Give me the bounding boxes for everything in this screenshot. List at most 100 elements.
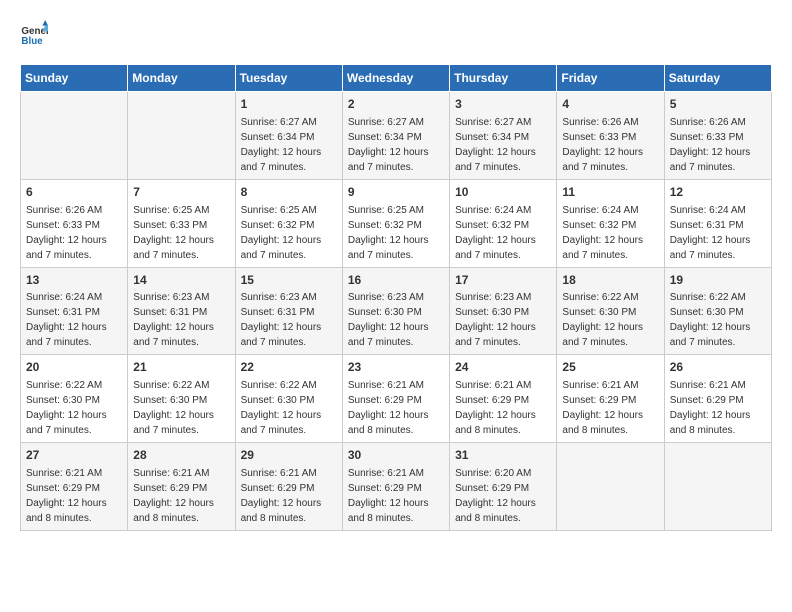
calendar-cell: [21, 92, 128, 180]
day-detail: Sunrise: 6:27 AM Sunset: 6:34 PM Dayligh…: [241, 117, 324, 173]
weekday-header-friday: Friday: [557, 65, 664, 92]
calendar-cell: 26 Sunrise: 6:21 AM Sunset: 6:29 PM Dayli…: [664, 355, 771, 443]
day-detail: Sunrise: 6:22 AM Sunset: 6:30 PM Dayligh…: [670, 292, 753, 348]
day-detail: Sunrise: 6:26 AM Sunset: 6:33 PM Dayligh…: [26, 205, 109, 261]
day-detail: Sunrise: 6:26 AM Sunset: 6:33 PM Dayligh…: [670, 117, 753, 173]
day-detail: Sunrise: 6:24 AM Sunset: 6:31 PM Dayligh…: [26, 292, 109, 348]
day-detail: Sunrise: 6:22 AM Sunset: 6:30 PM Dayligh…: [241, 380, 324, 436]
day-detail: Sunrise: 6:22 AM Sunset: 6:30 PM Dayligh…: [26, 380, 109, 436]
day-detail: Sunrise: 6:21 AM Sunset: 6:29 PM Dayligh…: [26, 468, 109, 524]
calendar-cell: 13Sunrise: 6:24 AM Sunset: 6:31 PM Dayli…: [21, 267, 128, 355]
day-detail: Sunrise: 6:24 AM Sunset: 6:31 PM Dayligh…: [670, 205, 753, 261]
day-number: 18: [562, 272, 658, 289]
day-detail: Sunrise: 6:25 AM Sunset: 6:32 PM Dayligh…: [241, 205, 324, 261]
calendar-cell: 24 Sunrise: 6:21 AM Sunset: 6:29 PM Dayli…: [450, 355, 557, 443]
calendar-cell: 4 Sunrise: 6:26 AM Sunset: 6:33 PM Daylig…: [557, 92, 664, 180]
calendar-cell: 8 Sunrise: 6:25 AM Sunset: 6:32 PM Daylig…: [235, 179, 342, 267]
calendar-cell: 20 Sunrise: 6:22 AM Sunset: 6:30 PM Dayli…: [21, 355, 128, 443]
day-number: 23: [348, 359, 444, 376]
day-number: 20: [26, 359, 122, 376]
day-detail: Sunrise: 6:24 AM Sunset: 6:32 PM Dayligh…: [562, 205, 645, 261]
day-number: 28: [133, 447, 229, 464]
day-number: 17: [455, 272, 551, 289]
logo: General Blue: [20, 20, 52, 48]
calendar-cell: 6 Sunrise: 6:26 AM Sunset: 6:33 PM Daylig…: [21, 179, 128, 267]
day-detail: Sunrise: 6:26 AM Sunset: 6:33 PM Dayligh…: [562, 117, 645, 173]
day-detail: Sunrise: 6:21 AM Sunset: 6:29 PM Dayligh…: [348, 468, 431, 524]
day-number: 11: [562, 184, 658, 201]
day-number: 24: [455, 359, 551, 376]
weekday-header-wednesday: Wednesday: [342, 65, 449, 92]
day-detail: Sunrise: 6:23 AM Sunset: 6:30 PM Dayligh…: [455, 292, 538, 348]
day-detail: Sunrise: 6:21 AM Sunset: 6:29 PM Dayligh…: [348, 380, 431, 436]
day-number: 8: [241, 184, 337, 201]
calendar-week-row: 13Sunrise: 6:24 AM Sunset: 6:31 PM Dayli…: [21, 267, 772, 355]
calendar-cell: 27 Sunrise: 6:21 AM Sunset: 6:29 PM Dayli…: [21, 443, 128, 531]
calendar-cell: 21 Sunrise: 6:22 AM Sunset: 6:30 PM Dayli…: [128, 355, 235, 443]
day-number: 5: [670, 96, 766, 113]
calendar-cell: 19 Sunrise: 6:22 AM Sunset: 6:30 PM Dayli…: [664, 267, 771, 355]
day-number: 9: [348, 184, 444, 201]
day-detail: Sunrise: 6:23 AM Sunset: 6:31 PM Dayligh…: [133, 292, 216, 348]
calendar-cell: 3 Sunrise: 6:27 AM Sunset: 6:34 PM Daylig…: [450, 92, 557, 180]
day-detail: Sunrise: 6:21 AM Sunset: 6:29 PM Dayligh…: [455, 380, 538, 436]
calendar-cell: 17 Sunrise: 6:23 AM Sunset: 6:30 PM Dayli…: [450, 267, 557, 355]
calendar-cell: 31 Sunrise: 6:20 AM Sunset: 6:29 PM Dayli…: [450, 443, 557, 531]
day-number: 30: [348, 447, 444, 464]
calendar-cell: 2 Sunrise: 6:27 AM Sunset: 6:34 PM Daylig…: [342, 92, 449, 180]
calendar-cell: 30 Sunrise: 6:21 AM Sunset: 6:29 PM Dayli…: [342, 443, 449, 531]
logo-icon: General Blue: [20, 20, 48, 48]
day-number: 19: [670, 272, 766, 289]
day-detail: Sunrise: 6:25 AM Sunset: 6:32 PM Dayligh…: [348, 205, 431, 261]
calendar-cell: [557, 443, 664, 531]
calendar-cell: 18 Sunrise: 6:22 AM Sunset: 6:30 PM Dayli…: [557, 267, 664, 355]
calendar-cell: 12Sunrise: 6:24 AM Sunset: 6:31 PM Dayli…: [664, 179, 771, 267]
day-number: 27: [26, 447, 122, 464]
day-number: 29: [241, 447, 337, 464]
day-number: 2: [348, 96, 444, 113]
calendar-cell: [664, 443, 771, 531]
calendar-cell: 10 Sunrise: 6:24 AM Sunset: 6:32 PM Dayli…: [450, 179, 557, 267]
day-detail: Sunrise: 6:21 AM Sunset: 6:29 PM Dayligh…: [133, 468, 216, 524]
day-number: 10: [455, 184, 551, 201]
day-number: 31: [455, 447, 551, 464]
day-number: 15: [241, 272, 337, 289]
day-detail: Sunrise: 6:27 AM Sunset: 6:34 PM Dayligh…: [348, 117, 431, 173]
calendar-cell: 15Sunrise: 6:23 AM Sunset: 6:31 PM Dayli…: [235, 267, 342, 355]
day-number: 4: [562, 96, 658, 113]
calendar-cell: 22Sunrise: 6:22 AM Sunset: 6:30 PM Dayli…: [235, 355, 342, 443]
day-detail: Sunrise: 6:27 AM Sunset: 6:34 PM Dayligh…: [455, 117, 538, 173]
calendar-cell: 23 Sunrise: 6:21 AM Sunset: 6:29 PM Dayli…: [342, 355, 449, 443]
calendar-cell: 5 Sunrise: 6:26 AM Sunset: 6:33 PM Daylig…: [664, 92, 771, 180]
day-detail: Sunrise: 6:20 AM Sunset: 6:29 PM Dayligh…: [455, 468, 538, 524]
day-detail: Sunrise: 6:21 AM Sunset: 6:29 PM Dayligh…: [670, 380, 753, 436]
day-number: 3: [455, 96, 551, 113]
calendar-header-row: SundayMondayTuesdayWednesdayThursdayFrid…: [21, 65, 772, 92]
day-number: 21: [133, 359, 229, 376]
calendar-week-row: 27 Sunrise: 6:21 AM Sunset: 6:29 PM Dayli…: [21, 443, 772, 531]
calendar-week-row: 1Sunrise: 6:27 AM Sunset: 6:34 PM Daylig…: [21, 92, 772, 180]
day-detail: Sunrise: 6:24 AM Sunset: 6:32 PM Dayligh…: [455, 205, 538, 261]
calendar-week-row: 6 Sunrise: 6:26 AM Sunset: 6:33 PM Daylig…: [21, 179, 772, 267]
day-number: 26: [670, 359, 766, 376]
day-detail: Sunrise: 6:23 AM Sunset: 6:30 PM Dayligh…: [348, 292, 431, 348]
calendar-cell: 1Sunrise: 6:27 AM Sunset: 6:34 PM Daylig…: [235, 92, 342, 180]
day-detail: Sunrise: 6:21 AM Sunset: 6:29 PM Dayligh…: [241, 468, 324, 524]
calendar-cell: 7Sunrise: 6:25 AM Sunset: 6:33 PM Daylig…: [128, 179, 235, 267]
day-number: 25: [562, 359, 658, 376]
weekday-header-sunday: Sunday: [21, 65, 128, 92]
day-number: 6: [26, 184, 122, 201]
day-detail: Sunrise: 6:22 AM Sunset: 6:30 PM Dayligh…: [562, 292, 645, 348]
day-number: 14: [133, 272, 229, 289]
calendar-cell: 25Sunrise: 6:21 AM Sunset: 6:29 PM Dayli…: [557, 355, 664, 443]
calendar-cell: 29 Sunrise: 6:21 AM Sunset: 6:29 PM Dayli…: [235, 443, 342, 531]
page-header: General Blue: [20, 20, 772, 48]
calendar-cell: 16Sunrise: 6:23 AM Sunset: 6:30 PM Dayli…: [342, 267, 449, 355]
calendar-table: SundayMondayTuesdayWednesdayThursdayFrid…: [20, 64, 772, 531]
calendar-cell: 9 Sunrise: 6:25 AM Sunset: 6:32 PM Daylig…: [342, 179, 449, 267]
day-detail: Sunrise: 6:22 AM Sunset: 6:30 PM Dayligh…: [133, 380, 216, 436]
day-number: 7: [133, 184, 229, 201]
weekday-header-saturday: Saturday: [664, 65, 771, 92]
weekday-header-monday: Monday: [128, 65, 235, 92]
svg-text:Blue: Blue: [21, 36, 43, 47]
